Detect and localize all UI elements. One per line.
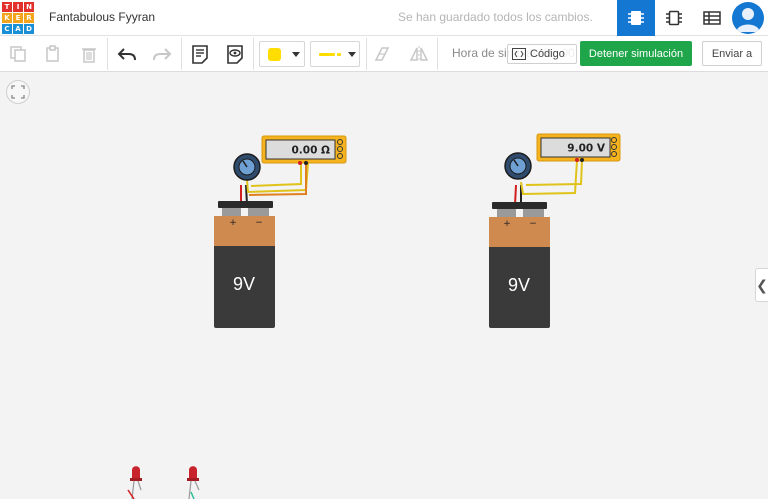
multimeter-1-reading: 0.00 Ω [292,145,331,157]
multimeter-probe-1[interactable] [233,153,261,181]
circuit-drawing: 0.00 Ω + − 9V 9.00 V + − 9V [127,133,621,499]
battery-1-plus: + [229,218,237,228]
battery-2-plus: + [503,219,511,229]
battery-2-minus: − [529,219,537,229]
wire-yellow-2[interactable] [525,159,583,186]
battery-1-minus: − [255,218,263,228]
led-1[interactable] [127,466,142,499]
battery-2[interactable] [489,202,550,328]
multimeter-probe-2[interactable] [504,152,532,180]
battery-1-label: 9V [233,274,255,294]
multimeter-2-reading: 9.00 V [567,143,606,155]
battery-1[interactable] [214,201,275,328]
circuit-1[interactable]: 0.00 Ω + − 9V [214,135,347,328]
circuit-2[interactable]: 9.00 V + − 9V [489,133,621,328]
battery-2-label: 9V [508,275,530,295]
led-2[interactable] [187,466,200,499]
